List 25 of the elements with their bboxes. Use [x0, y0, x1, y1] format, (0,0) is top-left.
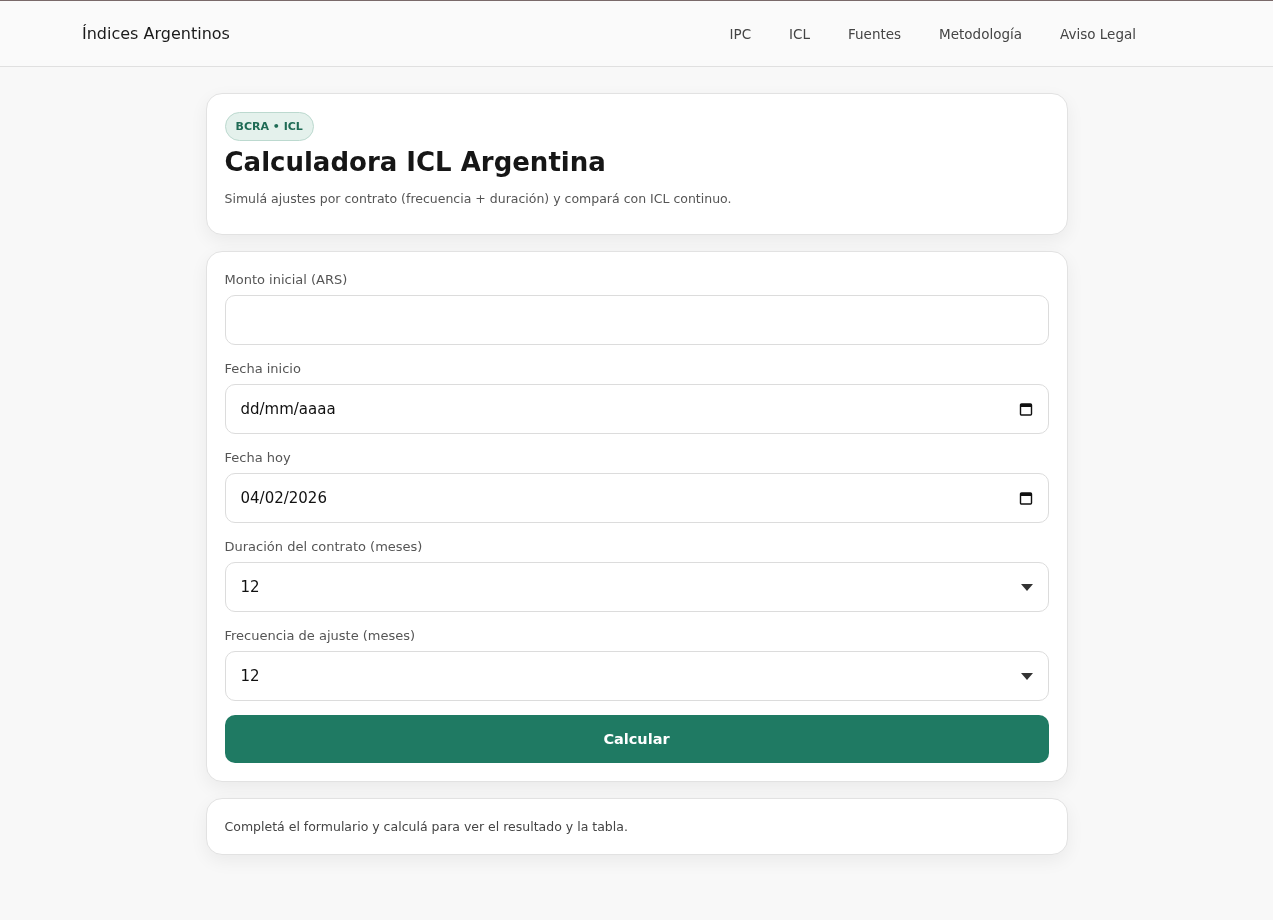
- date-field[interactable]: dd/mm/aaaa: [224, 384, 1049, 434]
- amount-field[interactable]: [224, 295, 1049, 345]
- field-label: Fecha hoy: [224, 450, 292, 465]
- source-badge: BCRA • ICL: [224, 112, 314, 141]
- nav-link[interactable]: IPC: [729, 25, 752, 42]
- page-title: Calculadora ICL Argentina: [224, 147, 607, 177]
- field-label: Duración del contrato (meses): [224, 539, 424, 554]
- dropdown-caret-icon: [1020, 672, 1033, 680]
- field-label: Fecha inicio: [224, 361, 302, 376]
- date-field[interactable]: 04/02/2026: [224, 473, 1049, 523]
- dropdown-caret-icon: [1020, 583, 1033, 591]
- field-label: Monto inicial (ARS): [224, 272, 349, 287]
- nav-link[interactable]: ICL: [789, 25, 810, 42]
- calendar-icon[interactable]: [1018, 491, 1033, 505]
- nav-link[interactable]: Fuentes: [848, 25, 902, 42]
- site-brand[interactable]: Índices Argentinos: [82, 24, 230, 43]
- field-label: Frecuencia de ajuste (meses): [224, 628, 417, 643]
- page-subtitle: Simulá ajustes por contrato (frecuencia + duración) y compará con ICL continuo.: [224, 191, 733, 206]
- result-message: Completá el formulario y calculá para ver el resultado y la tabla.: [224, 819, 629, 834]
- nav-link[interactable]: Metodología: [939, 25, 1023, 42]
- dropdown-field[interactable]: 12: [224, 651, 1049, 701]
- calculate-button[interactable]: Calcular: [224, 715, 1049, 763]
- nav-link[interactable]: Aviso Legal: [1060, 25, 1136, 42]
- dropdown-field[interactable]: 12: [224, 562, 1049, 612]
- calendar-icon[interactable]: [1018, 402, 1033, 416]
